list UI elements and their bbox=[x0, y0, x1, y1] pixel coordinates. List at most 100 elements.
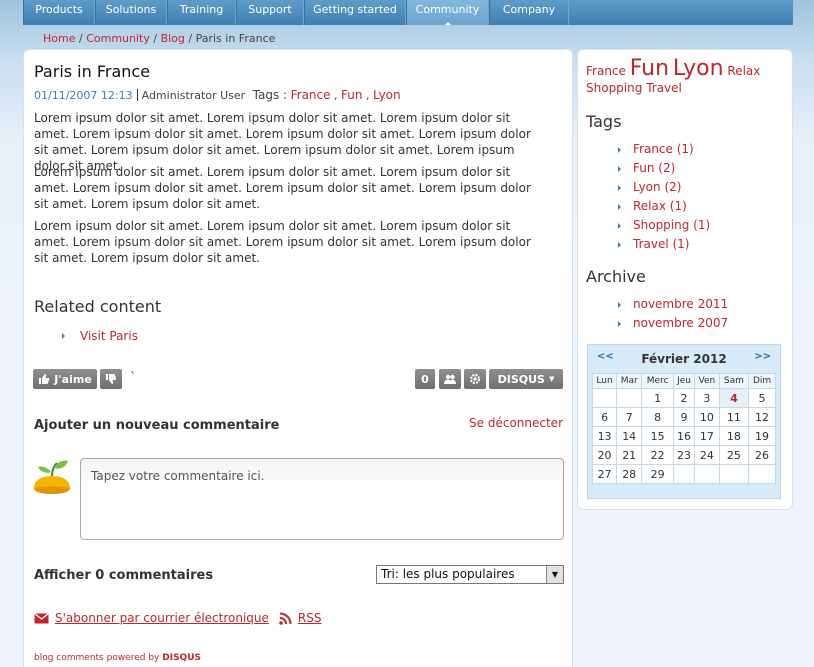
calendar-day[interactable]: 7 bbox=[616, 407, 643, 427]
calendar-day[interactable]: 4 bbox=[718, 388, 750, 408]
tag-link-travel[interactable]: Travel (1) bbox=[633, 237, 689, 251]
post-date: 01/11/2007 12:13 bbox=[34, 89, 133, 102]
rss-link[interactable]: RSS bbox=[298, 611, 322, 625]
sort-selected-value: Tri: les plus populaires bbox=[381, 567, 515, 581]
calendar-day[interactable]: 21 bbox=[616, 445, 643, 465]
nav-company[interactable]: Company bbox=[489, 0, 569, 25]
calendar-day[interactable]: 17 bbox=[694, 426, 720, 446]
calendar-week: 12345 bbox=[591, 388, 776, 408]
calendar-day[interactable]: 26 bbox=[748, 445, 776, 465]
post-tag-fun[interactable]: Fun bbox=[341, 88, 362, 102]
settings-button[interactable] bbox=[464, 369, 486, 389]
calendar-title: Février 2012 bbox=[641, 352, 727, 366]
comment-textarea[interactable]: Tapez votre commentaire ici. bbox=[80, 458, 564, 540]
cloud-tag-relax[interactable]: Relax bbox=[727, 64, 760, 78]
calendar-day[interactable]: 3 bbox=[694, 388, 720, 408]
post-tag-lyon[interactable]: Lyon bbox=[373, 88, 401, 102]
nav-training[interactable]: Training bbox=[167, 0, 236, 25]
nav-support[interactable]: Support bbox=[236, 0, 304, 25]
archive-link-nov-2007[interactable]: novembre 2007 bbox=[633, 316, 728, 330]
tag-link-shopping[interactable]: Shopping (1) bbox=[633, 218, 710, 232]
breadcrumb-blog[interactable]: Blog bbox=[161, 32, 185, 45]
calendar-day[interactable]: 9 bbox=[673, 407, 696, 427]
community-button[interactable] bbox=[439, 369, 461, 389]
calendar-day[interactable]: 22 bbox=[641, 445, 675, 465]
tag-item: Lyon (2) bbox=[618, 180, 710, 199]
breadcrumb-community[interactable]: Community bbox=[86, 32, 150, 45]
calendar-day-header: Sam bbox=[718, 373, 750, 389]
calendar-prev-button[interactable]: << bbox=[597, 351, 614, 362]
calendar-day[interactable]: 13 bbox=[591, 426, 618, 446]
cloud-tag-france[interactable]: France bbox=[586, 64, 626, 78]
nav-community[interactable]: Community bbox=[406, 0, 489, 25]
post-tag-france[interactable]: France bbox=[291, 88, 331, 102]
calendar-day[interactable]: 29 bbox=[641, 464, 675, 484]
archive-item: novembre 2007 bbox=[618, 316, 728, 335]
logout-link[interactable]: Se déconnecter bbox=[469, 416, 563, 430]
post-title: Paris in France bbox=[34, 62, 151, 81]
nav-getting-started[interactable]: Getting started bbox=[304, 0, 406, 25]
dislike-button[interactable] bbox=[100, 369, 122, 389]
cloud-tag-shopping[interactable]: Shopping bbox=[586, 81, 642, 95]
calendar-day[interactable]: 10 bbox=[694, 407, 720, 427]
calendar-day[interactable]: 15 bbox=[641, 426, 675, 446]
tag-item: Shopping (1) bbox=[618, 218, 710, 237]
related-item: Visit Paris bbox=[62, 329, 138, 343]
gear-icon bbox=[469, 373, 481, 385]
calendar-next-button[interactable]: >> bbox=[754, 351, 771, 362]
sort-select[interactable]: Tri: les plus populaires ▼ bbox=[376, 565, 564, 584]
cloud-tag-fun[interactable]: Fun bbox=[630, 56, 669, 81]
calendar-week: 20 21 22 23 24 25 26 bbox=[591, 445, 776, 465]
tag-link-france[interactable]: France (1) bbox=[633, 142, 694, 156]
tag-link-relax[interactable]: Relax (1) bbox=[633, 199, 687, 213]
calendar-day[interactable]: 28 bbox=[616, 464, 643, 484]
archive-link-nov-2011[interactable]: novembre 2011 bbox=[633, 297, 728, 311]
calendar-day[interactable]: 23 bbox=[673, 445, 696, 465]
tag-link-fun[interactable]: Fun (2) bbox=[633, 161, 675, 175]
bullet-arrow-icon bbox=[618, 204, 621, 210]
user-avatar-icon bbox=[34, 460, 70, 494]
calendar-day[interactable]: 8 bbox=[641, 407, 675, 427]
calendar-day[interactable]: 1 bbox=[641, 388, 675, 408]
main-panel: Paris in France 01/11/2007 12:13 Administ… bbox=[23, 49, 573, 667]
calendar-day[interactable]: 25 bbox=[718, 445, 750, 465]
powered-by: blog comments powered by DISQUS bbox=[34, 653, 201, 663]
breadcrumb-separator: / bbox=[75, 32, 87, 45]
calendar-day[interactable]: 12 bbox=[748, 407, 776, 427]
calendar-day[interactable]: 5 bbox=[748, 388, 776, 408]
calendar-day[interactable]: 11 bbox=[718, 407, 750, 427]
calendar-day[interactable]: 27 bbox=[591, 464, 618, 484]
tag-link-lyon[interactable]: Lyon (2) bbox=[633, 180, 681, 194]
cloud-tag-travel[interactable]: Travel bbox=[646, 81, 682, 95]
subscribe-email-link[interactable]: S'abonner par courrier électronique bbox=[55, 611, 269, 625]
nav-solutions[interactable]: Solutions bbox=[95, 0, 167, 25]
breadcrumb-home[interactable]: Home bbox=[43, 32, 75, 45]
calendar-week: 13 14 15 16 17 18 19 bbox=[591, 426, 776, 446]
cloud-tag-lyon[interactable]: Lyon bbox=[673, 56, 724, 81]
post-author: Administrator User bbox=[141, 89, 246, 102]
powered-text: blog comments powered by bbox=[34, 653, 160, 663]
like-button[interactable]: J'aime bbox=[33, 369, 97, 389]
calendar-day[interactable]: 14 bbox=[616, 426, 643, 446]
meta-divider bbox=[136, 89, 138, 101]
calendar-day[interactable]: 16 bbox=[673, 426, 696, 446]
calendar-day[interactable]: 19 bbox=[748, 426, 776, 446]
calendar-empty-cell bbox=[616, 388, 643, 408]
post-paragraph: Lorem ipsum dolor sit amet. Lorem ipsum … bbox=[34, 165, 531, 211]
disqus-menu-button[interactable]: DISQUS ▼ bbox=[489, 369, 563, 389]
calendar-day[interactable]: 20 bbox=[591, 445, 618, 465]
thumbs-up-icon bbox=[39, 374, 50, 384]
calendar-day[interactable]: 2 bbox=[673, 388, 696, 408]
tag-item: Travel (1) bbox=[618, 237, 710, 256]
thumbs-down-icon bbox=[106, 374, 116, 384]
bullet-arrow-icon bbox=[618, 223, 621, 229]
calendar-day[interactable]: 24 bbox=[694, 445, 720, 465]
add-comment-heading: Ajouter un nouveau commentaire bbox=[34, 418, 280, 433]
nav-products[interactable]: Products bbox=[23, 0, 95, 25]
powered-brand-link[interactable]: DISQUS bbox=[162, 653, 201, 663]
bullet-arrow-icon bbox=[618, 302, 621, 308]
related-link-visit-paris[interactable]: Visit Paris bbox=[80, 329, 138, 343]
calendar-day[interactable]: 6 bbox=[591, 407, 618, 427]
calendar-day-header: Jeu bbox=[673, 373, 696, 389]
calendar-day[interactable]: 18 bbox=[718, 426, 750, 446]
